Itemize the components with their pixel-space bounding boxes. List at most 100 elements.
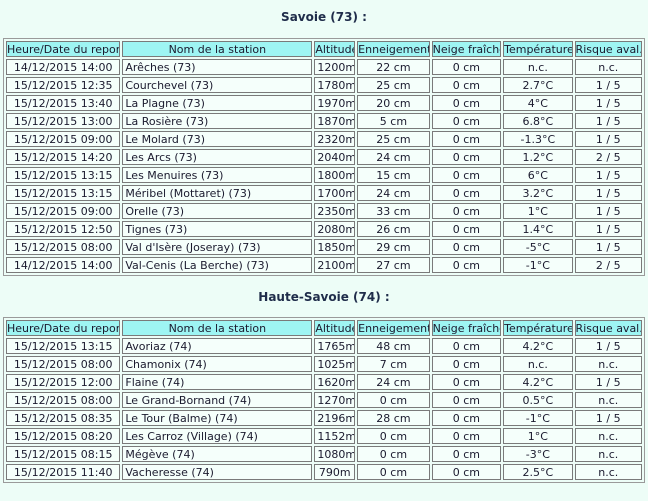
table-row: 15/12/2015 08:35 Le Tour (Balme) (74) 2196… xyxy=(6,410,642,426)
cell-date: 15/12/2015 09:00 xyxy=(6,203,121,219)
cell-fresh-snow: 0 cm xyxy=(431,221,502,237)
table-row: 15/12/2015 08:00 Chamonix (74) 1025m 7 cm 0 … xyxy=(6,356,642,372)
header-fresh-snow: Neige fraîche xyxy=(431,41,502,57)
cell-fresh-snow: 0 cm xyxy=(431,113,502,129)
cell-altitude: 790m xyxy=(314,464,356,480)
cell-date: 15/12/2015 08:15 xyxy=(6,446,121,462)
cell-snow-depth: 26 cm xyxy=(357,221,430,237)
cell-altitude: 1870m xyxy=(314,113,356,129)
cell-fresh-snow: 0 cm xyxy=(431,59,502,75)
header-avalanche-risk: Risque aval. xyxy=(574,41,642,57)
header-snow-depth: Enneigement xyxy=(357,41,430,57)
cell-altitude: 2196m xyxy=(314,410,356,426)
cell-snow-depth: 29 cm xyxy=(357,239,430,255)
cell-date: 15/12/2015 08:35 xyxy=(6,410,121,426)
cell-station-name: La Rosière (73) xyxy=(122,113,313,129)
cell-station-name: Le Molard (73) xyxy=(122,131,313,147)
header-date: Heure/Date du report xyxy=(6,320,121,336)
cell-date: 15/12/2015 12:00 xyxy=(6,374,121,390)
table-row: 15/12/2015 09:00 Le Molard (73) 2320m 25 cm… xyxy=(6,131,642,147)
header-fresh-snow: Neige fraîche xyxy=(431,320,502,336)
cell-fresh-snow: 0 cm xyxy=(431,410,502,426)
header-station: Nom de la station xyxy=(122,320,313,336)
cell-station-name: Tignes (73) xyxy=(122,221,313,237)
cell-avalanche-risk: 1 / 5 xyxy=(574,239,642,255)
cell-altitude: 2040m xyxy=(314,149,356,165)
cell-snow-depth: 33 cm xyxy=(357,203,430,219)
cell-date: 15/12/2015 13:40 xyxy=(6,95,121,111)
cell-temperature: 4.2°C xyxy=(503,374,573,390)
cell-station-name: Le Tour (Balme) (74) xyxy=(122,410,313,426)
cell-station-name: Orelle (73) xyxy=(122,203,313,219)
cell-temperature: n.c. xyxy=(503,356,573,372)
cell-temperature: -1.3°C xyxy=(503,131,573,147)
cell-altitude: 2100m xyxy=(314,257,356,273)
cell-snow-depth: 5 cm xyxy=(357,113,430,129)
table-row: 15/12/2015 08:00 Le Grand-Bornand (74) 127… xyxy=(6,392,642,408)
cell-fresh-snow: 0 cm xyxy=(431,428,502,444)
cell-date: 15/12/2015 09:00 xyxy=(6,131,121,147)
section-title-haute-savoie: Haute-Savoie (74) : xyxy=(258,290,390,304)
header-date: Heure/Date du report xyxy=(6,41,121,57)
cell-fresh-snow: 0 cm xyxy=(431,167,502,183)
cell-fresh-snow: 0 cm xyxy=(431,239,502,255)
cell-altitude: 1780m xyxy=(314,77,356,93)
cell-temperature: 1°C xyxy=(503,428,573,444)
cell-fresh-snow: 0 cm xyxy=(431,338,502,354)
cell-date: 14/12/2015 14:00 xyxy=(6,257,121,273)
cell-date: 15/12/2015 14:20 xyxy=(6,149,121,165)
header-temperature: Température xyxy=(503,320,573,336)
cell-date: 15/12/2015 13:00 xyxy=(6,113,121,129)
cell-avalanche-risk: 1 / 5 xyxy=(574,113,642,129)
cell-snow-depth: 48 cm xyxy=(357,338,430,354)
cell-temperature: n.c. xyxy=(503,59,573,75)
cell-station-name: Les Menuires (73) xyxy=(122,167,313,183)
cell-altitude: 1270m xyxy=(314,392,356,408)
table-row: 15/12/2015 14:20 Les Arcs (73) 2040m 24 cm 0… xyxy=(6,149,642,165)
cell-station-name: Méribel (Mottaret) (73) xyxy=(122,185,313,201)
cell-fresh-snow: 0 cm xyxy=(431,185,502,201)
cell-snow-depth: 0 cm xyxy=(357,392,430,408)
cell-altitude: 1620m xyxy=(314,374,356,390)
cell-station-name: La Plagne (73) xyxy=(122,95,313,111)
cell-avalanche-risk: n.c. xyxy=(574,392,642,408)
cell-date: 15/12/2015 13:15 xyxy=(6,185,121,201)
cell-avalanche-risk: n.c. xyxy=(574,428,642,444)
cell-temperature: 2.7°C xyxy=(503,77,573,93)
table-row: 15/12/2015 08:00 Val d'Isère (Joseray) (7… xyxy=(6,239,642,255)
cell-date: 14/12/2015 14:00 xyxy=(6,59,121,75)
table-row: 15/12/2015 13:40 La Plagne (73) 1970m 20 cm… xyxy=(6,95,642,111)
cell-fresh-snow: 0 cm xyxy=(431,392,502,408)
cell-altitude: 1800m xyxy=(314,167,356,183)
cell-station-name: Les Carroz (Village) (74) xyxy=(122,428,313,444)
cell-temperature: 1.2°C xyxy=(503,149,573,165)
header-snow-depth: Enneigement xyxy=(357,320,430,336)
section-savoie: Savoie (73) : Heure/Date du report Nom d… xyxy=(0,9,648,276)
header-avalanche-risk: Risque aval. xyxy=(574,320,642,336)
cell-station-name: Avoriaz (74) xyxy=(122,338,313,354)
cell-avalanche-risk: 2 / 5 xyxy=(574,149,642,165)
cell-fresh-snow: 0 cm xyxy=(431,131,502,147)
cell-station-name: Flaine (74) xyxy=(122,374,313,390)
cell-temperature: -1°C xyxy=(503,410,573,426)
cell-temperature: 3.2°C xyxy=(503,185,573,201)
cell-avalanche-risk: n.c. xyxy=(574,59,642,75)
cell-station-name: Mégève (74) xyxy=(122,446,313,462)
cell-station-name: Val-Cenis (La Berche) (73) xyxy=(122,257,313,273)
cell-altitude: 1700m xyxy=(314,185,356,201)
cell-fresh-snow: 0 cm xyxy=(431,149,502,165)
cell-snow-depth: 24 cm xyxy=(357,374,430,390)
table-row: 15/12/2015 12:50 Tignes (73) 2080m 26 cm 0 c… xyxy=(6,221,642,237)
cell-temperature: 6.8°C xyxy=(503,113,573,129)
cell-date: 15/12/2015 08:00 xyxy=(6,356,121,372)
table-row: 15/12/2015 13:00 La Rosière (73) 1870m 5 cm… xyxy=(6,113,642,129)
cell-avalanche-risk: 1 / 5 xyxy=(574,77,642,93)
cell-avalanche-risk: 1 / 5 xyxy=(574,167,642,183)
cell-altitude: 1765m xyxy=(314,338,356,354)
cell-temperature: -3°C xyxy=(503,446,573,462)
cell-snow-depth: 22 cm xyxy=(357,59,430,75)
cell-snow-depth: 15 cm xyxy=(357,167,430,183)
cell-fresh-snow: 0 cm xyxy=(431,464,502,480)
cell-station-name: Le Grand-Bornand (74) xyxy=(122,392,313,408)
section-haute-savoie: Haute-Savoie (74) : Heure/Date du report… xyxy=(0,289,648,483)
